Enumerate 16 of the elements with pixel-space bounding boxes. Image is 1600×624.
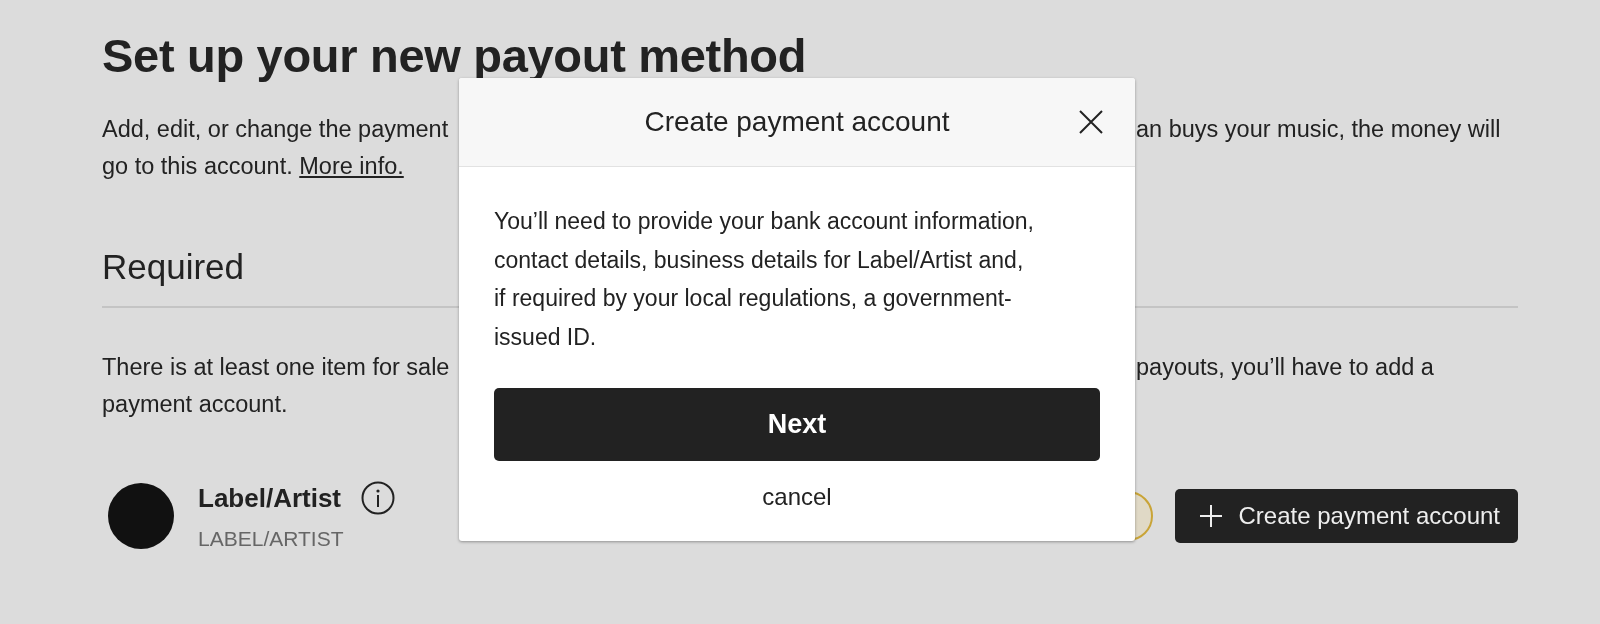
dialog-title: Create payment account (644, 106, 950, 138)
section-heading: Required (102, 247, 245, 287)
notice-text: payouts, you’ll have to add a (1136, 353, 1434, 382)
next-button[interactable]: Next (494, 388, 1100, 461)
notice-text: There is at least one item for sale (102, 353, 450, 382)
create-account-button[interactable]: Create payment account (1174, 489, 1518, 543)
account-name: Label/Artist (198, 482, 342, 514)
intro-text: an buys your music, the money will (1136, 115, 1501, 144)
intro-text: Add, edit, or change the payment (102, 115, 449, 144)
dialog-message: You’ll need to provide your bank account information, contact details, business details for Label/Artist and, if required by your local regulations, a government-issued ID. (494, 207, 1035, 352)
notice-text: payment account. (102, 390, 288, 419)
cancel-link[interactable]: cancel (762, 483, 832, 511)
page-title: Set up your new payout method (102, 28, 807, 84)
account-type: LABEL/ARTIST (198, 527, 345, 551)
intro-text: go to this account. (102, 153, 293, 179)
more-info-link[interactable]: More info. (299, 153, 404, 179)
